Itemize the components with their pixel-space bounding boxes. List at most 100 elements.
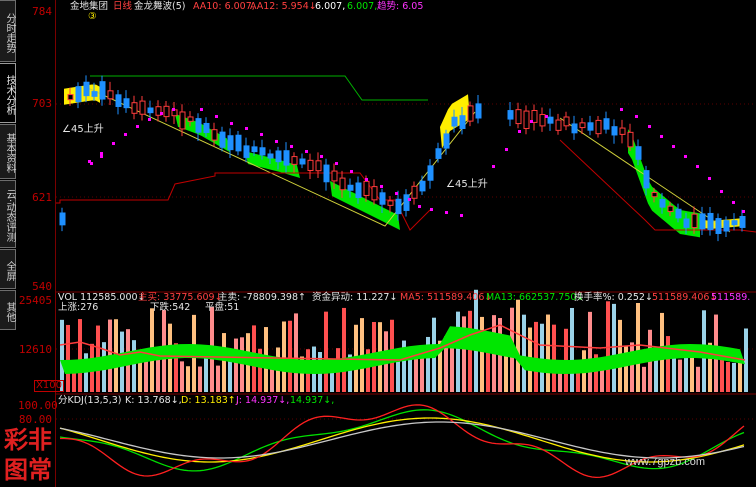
ma5-value: MA5: 511589.406↓ bbox=[400, 292, 493, 303]
volume-bar bbox=[132, 340, 136, 392]
candle-body bbox=[163, 105, 170, 118]
sar-dot bbox=[696, 165, 699, 168]
candle-body bbox=[523, 110, 530, 130]
volume-bar bbox=[240, 337, 244, 392]
extra-value-2: 511589. bbox=[711, 292, 751, 303]
volume-bar bbox=[720, 358, 724, 392]
volume-bar bbox=[570, 307, 574, 392]
volume-bar bbox=[234, 338, 238, 392]
sar-dot bbox=[418, 205, 421, 208]
candle-body bbox=[75, 86, 82, 103]
volume-bar bbox=[480, 316, 484, 392]
sar-dot bbox=[672, 145, 675, 148]
sar-dot bbox=[172, 108, 175, 111]
candle-body bbox=[515, 109, 522, 125]
kdj-tick-100: 100.00 bbox=[18, 399, 58, 412]
kdj-j-value: J: 14.937↓, bbox=[236, 395, 290, 406]
candle-body bbox=[411, 185, 418, 199]
sar-dot bbox=[230, 122, 233, 125]
sar-dot bbox=[720, 190, 723, 193]
candle-body bbox=[587, 122, 594, 131]
volume-bar bbox=[540, 323, 544, 392]
sar-dot bbox=[545, 115, 548, 118]
sar-dot bbox=[112, 142, 115, 145]
candle-body bbox=[579, 122, 586, 129]
candle-body bbox=[435, 148, 442, 159]
volume-bar bbox=[612, 303, 616, 392]
y-tick-703: 703 bbox=[32, 97, 52, 110]
y-tick-621: 621 bbox=[32, 191, 52, 204]
volume-bar bbox=[468, 310, 472, 392]
indicator-name[interactable]: 金龙舞波(5) bbox=[134, 1, 185, 12]
candle-body bbox=[235, 134, 242, 152]
sar-dot bbox=[660, 135, 663, 138]
candle-body bbox=[259, 147, 266, 156]
candle-body bbox=[323, 164, 330, 183]
candle-body bbox=[723, 220, 730, 232]
candle-body bbox=[347, 184, 354, 191]
candle-body bbox=[675, 208, 682, 219]
sar-dot bbox=[290, 145, 293, 148]
candle-body bbox=[667, 205, 674, 212]
candle-body bbox=[387, 200, 394, 206]
volume-bar bbox=[642, 366, 646, 392]
declining-count: 下跌:542 bbox=[150, 302, 191, 313]
candle-body bbox=[443, 133, 450, 149]
volume-bar bbox=[294, 313, 298, 392]
kdj-j-value-2: 14.937↓, bbox=[290, 395, 335, 406]
candle-body bbox=[731, 220, 738, 226]
sar-dot bbox=[430, 208, 433, 211]
svg-text:非: 非 bbox=[28, 426, 52, 454]
sar-dot bbox=[365, 178, 368, 181]
candlestick-chart[interactable] bbox=[0, 0, 756, 487]
sar-dot bbox=[160, 112, 163, 115]
period-label[interactable]: 日线 bbox=[113, 1, 132, 12]
candle-body bbox=[275, 150, 282, 163]
volume-bar bbox=[204, 356, 208, 392]
sar-dot bbox=[100, 155, 103, 158]
volume-bar bbox=[222, 333, 226, 392]
candle-body bbox=[67, 94, 74, 101]
candle-body bbox=[379, 192, 386, 205]
sar-dot bbox=[732, 201, 735, 204]
kdj-aux-line bbox=[59, 421, 745, 459]
stock-chart-window: 分时走势 技术分析 基本资料 云·动态评测 全屏 其他 784 703 621 … bbox=[0, 0, 756, 487]
sar-dot bbox=[380, 185, 383, 188]
candle-body bbox=[651, 192, 658, 198]
candle-body bbox=[131, 102, 138, 114]
candle-body bbox=[59, 212, 66, 226]
volume-bar bbox=[396, 360, 400, 392]
candle-body bbox=[707, 212, 714, 231]
candle-body bbox=[211, 129, 218, 141]
sar-dot bbox=[505, 148, 508, 151]
candle-body bbox=[227, 135, 234, 151]
candle-body bbox=[203, 122, 210, 134]
sar-dot bbox=[460, 214, 463, 217]
candle-body bbox=[331, 170, 338, 182]
volume-bar bbox=[696, 366, 700, 392]
candle-body bbox=[179, 111, 186, 130]
y-tick-540: 540 bbox=[32, 280, 52, 293]
candle-body bbox=[571, 123, 578, 134]
volume-bar bbox=[342, 307, 346, 392]
aa12-value: AA12: 5.954↓ bbox=[250, 1, 317, 12]
candle-body bbox=[555, 119, 562, 131]
kdj-d-value: D: 13.183↑, bbox=[181, 395, 239, 406]
candle-body bbox=[419, 180, 426, 192]
candle-body bbox=[123, 98, 130, 109]
watermark: www.7gpzb.com bbox=[625, 456, 706, 468]
volume-bar bbox=[78, 319, 82, 392]
candle-body bbox=[659, 199, 666, 208]
candle-body bbox=[283, 150, 290, 166]
candle-body bbox=[299, 158, 306, 165]
volume-bar bbox=[288, 320, 292, 392]
candle-body bbox=[595, 119, 602, 135]
sar-dot bbox=[200, 108, 203, 111]
candle-body bbox=[619, 127, 626, 135]
svg-text:彩: 彩 bbox=[3, 426, 28, 454]
resistance-line bbox=[90, 75, 428, 101]
support-line bbox=[559, 139, 756, 233]
unchanged-count: 平盘:51 bbox=[205, 302, 240, 313]
candle-body bbox=[395, 198, 402, 215]
volume-bar bbox=[420, 357, 424, 392]
